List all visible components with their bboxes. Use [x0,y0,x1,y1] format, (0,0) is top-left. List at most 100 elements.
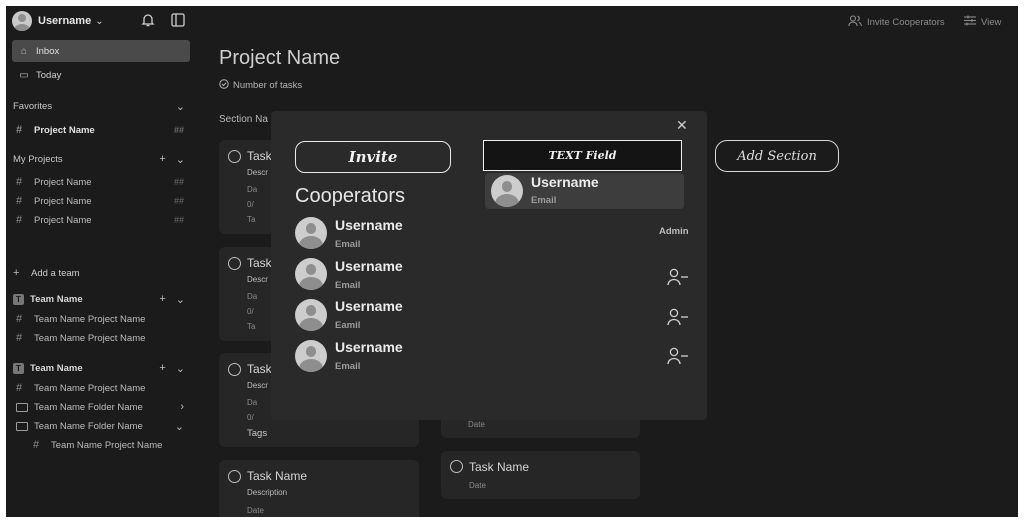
sidebar-toggle-icon[interactable] [170,12,186,28]
invite-button[interactable]: Invite [295,141,451,173]
user-menu[interactable]: Username ⌄ [12,11,104,31]
section-title: Section Na [219,114,268,125]
project-item[interactable]: # Project Name ## [16,173,184,191]
task-date: Date [468,420,485,429]
users-icon [848,15,862,30]
task-count: Number of tasks [219,79,302,92]
task-tags: Ta [247,215,256,224]
sidebar: Username ⌄ ⌂ Inbox ▭ Today Favorites ⌄ #… [6,6,196,517]
hash-icon: # [33,439,40,451]
favorites-header[interactable]: Favorites ⌄ [13,100,185,113]
task-checkbox[interactable] [228,150,241,163]
plus-icon[interactable]: + [159,362,165,375]
view-button[interactable]: View [964,15,1001,29]
member-email: Eamil [335,320,361,331]
invite-cooperators-button[interactable]: Invite Cooperators [848,15,945,30]
task-subtasks: 0/ [247,413,254,422]
avatar [295,258,327,290]
username-label: Username [38,15,92,27]
task-checkbox[interactable] [228,257,241,270]
section-title: My Projects [13,154,63,165]
avatar [295,340,327,372]
team-project-item[interactable]: # Team Name Project Name [16,379,184,397]
task-subtasks: 0/ [247,307,254,316]
member-username: Username [335,298,403,314]
member-email: Email [335,239,361,250]
project-item[interactable]: # Project Name ## [16,211,184,229]
nav-label: Today [36,69,62,81]
task-checkbox[interactable] [450,460,463,473]
team-name: Team Name [30,363,83,374]
member-email: Email [335,361,361,372]
plus-icon[interactable]: + [159,293,165,306]
team-folder-item[interactable]: Team Name Folder Name ⌄ [16,417,184,435]
sidebar-item-inbox[interactable]: ⌂ Inbox [12,40,190,62]
task-date: Da [247,292,258,301]
project-label: Project Name [34,195,92,207]
suggestion-item[interactable]: Username Email [485,173,684,209]
suggestion-username: Username [531,174,599,190]
project-label: Team Name Project Name [34,382,146,394]
remove-user-icon[interactable] [667,268,689,286]
task-checkbox[interactable] [228,363,241,376]
remove-user-icon[interactable] [667,308,689,326]
task-name: Task Name [247,469,308,483]
project-count: ## [173,215,184,225]
avatar [295,217,327,249]
hash-icon: # [16,195,23,207]
close-icon[interactable]: ✕ [676,117,688,134]
chevron-down-icon[interactable]: ⌄ [176,100,185,113]
avatar [295,299,327,331]
chevron-down-icon[interactable]: ⌄ [175,420,184,433]
chevron-down-icon[interactable]: ⌄ [176,293,185,306]
task-description: Descr [247,275,268,284]
app-window: Username ⌄ ⌂ Inbox ▭ Today Favorites ⌄ #… [6,6,1018,517]
team-badge: T [13,294,24,305]
chevron-down-icon[interactable]: ⌄ [176,362,185,375]
task-subtasks: 0/ [247,200,254,209]
task-checkbox[interactable] [228,470,241,483]
project-label: Team Name Project Name [34,313,146,325]
task-card[interactable]: Task Name Description Date [219,460,419,517]
project-label: Project Name [34,176,92,188]
team-header[interactable]: T Team Name + ⌄ [13,293,185,306]
team-header[interactable]: T Team Name + ⌄ [13,362,185,375]
hash-icon: # [16,332,23,344]
my-projects-header[interactable]: My Projects + ⌄ [13,153,185,166]
bell-icon[interactable] [140,12,156,28]
project-item[interactable]: # Project Name ## [16,192,184,210]
modal-title: Cooperators [295,185,406,207]
avatar [12,11,32,31]
invite-modal: ✕ Invite Cooperators TEXT Field Username… [271,111,707,420]
team-name: Team Name [30,294,83,305]
team-project-item[interactable]: # Team Name Project Name [16,329,184,347]
invite-search-input[interactable]: TEXT Field [483,140,682,171]
sidebar-item-today[interactable]: ▭ Today [12,64,190,86]
member-username: Username [335,217,403,233]
task-tags: Tags [247,428,268,439]
folder-project-item[interactable]: # Team Name Project Name [33,436,201,454]
task-description: Description [247,488,288,497]
inbox-icon: ⌂ [20,45,28,57]
page-title: Project Name [219,47,341,69]
team-folder-item[interactable]: Team Name Folder Name › [16,398,184,416]
folder-label: Team Name Folder Name [34,401,143,413]
plus-icon[interactable]: + [159,153,165,166]
chevron-right-icon[interactable]: › [180,401,184,413]
suggestion-email: Email [531,195,557,206]
remove-user-icon[interactable] [667,347,689,365]
add-team-label: Add a team [31,267,80,279]
team-project-item[interactable]: # Team Name Project Name [16,310,184,328]
admin-label: Admin [659,226,689,237]
project-count: ## [173,196,184,206]
task-name: Task Name [469,460,530,474]
add-section-button[interactable]: Add Section [715,140,839,172]
hash-icon: # [16,313,23,325]
project-count: ## [173,125,184,135]
task-card[interactable]: Task Name Date [441,451,640,499]
add-team-button[interactable]: + Add a team [13,264,181,282]
plus-icon: + [13,267,20,279]
project-label: Team Name Project Name [51,439,163,451]
chevron-down-icon[interactable]: ⌄ [176,153,185,166]
favorite-item[interactable]: # Project Name ## [16,121,184,139]
